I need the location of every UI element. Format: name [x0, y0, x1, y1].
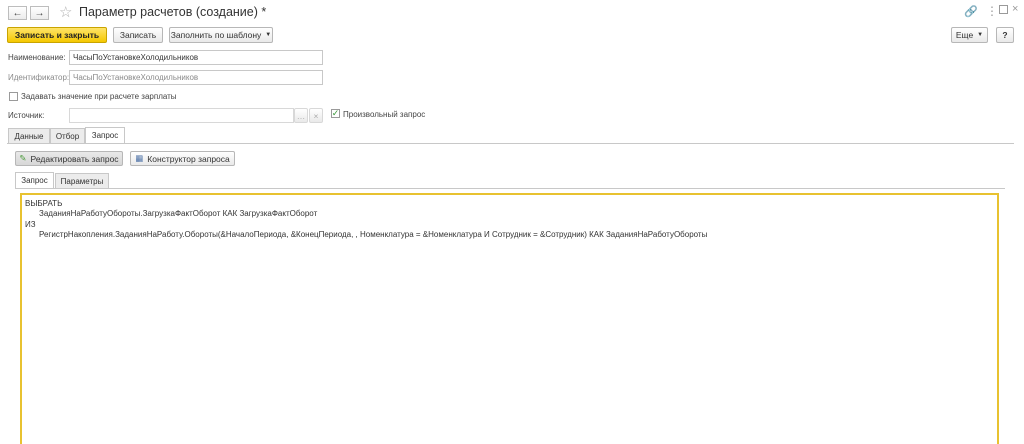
more-vertical-icon[interactable]: ⋮: [986, 4, 998, 18]
dropdown-arrow-icon: ▼: [977, 32, 984, 38]
identifier-input[interactable]: ЧасыПоУстановкеХолодильников: [69, 70, 323, 85]
source-select-button[interactable]: …: [294, 108, 308, 123]
query-line-3: ИЗ: [25, 220, 36, 229]
page-title: Параметр расчетов (создание) *: [79, 5, 267, 19]
save-and-close-button[interactable]: Записать и закрыть: [7, 27, 107, 43]
query-builder-label: Конструктор запроса: [147, 153, 230, 164]
save-button[interactable]: Записать: [113, 27, 163, 43]
edit-query-label: Редактировать запрос: [30, 153, 119, 164]
source-label: Источник:: [8, 111, 45, 120]
save-label: Записать: [119, 30, 157, 40]
source-clear-button[interactable]: ×: [309, 108, 323, 123]
inner-tab-parameters[interactable]: Параметры: [55, 173, 109, 188]
query-builder-button[interactable]: ▦ Конструктор запроса: [130, 151, 235, 166]
checkmark-icon: ✓: [331, 108, 340, 118]
query-line-4: РегистрНакопления.ЗаданияНаРаботу.Оборот…: [39, 230, 708, 239]
close-icon[interactable]: ×: [1012, 3, 1018, 15]
set-value-checkbox[interactable]: [9, 92, 18, 101]
inner-tab-query[interactable]: Запрос: [15, 172, 54, 188]
name-label: Наименование:: [8, 53, 66, 62]
arbitrary-query-checkbox[interactable]: ✓: [331, 109, 340, 118]
help-button[interactable]: ?: [996, 27, 1014, 43]
query-line-1: ВЫБРАТЬ: [25, 199, 63, 208]
query-line-2: ЗаданияНаРаботуОбороты.ЗагрузкаФактОборо…: [39, 209, 318, 218]
help-label: ?: [1002, 30, 1008, 40]
tab-query[interactable]: Запрос: [85, 127, 125, 143]
tab-query-label: Запрос: [91, 131, 119, 140]
inner-tabs-baseline: [15, 188, 1005, 189]
identifier-label: Идентификатор:: [8, 73, 70, 82]
dropdown-arrow-icon: ▼: [265, 32, 272, 38]
arrow-right-icon: →: [34, 7, 45, 19]
tab-data[interactable]: Данные: [8, 128, 50, 143]
pencil-icon: ✎: [19, 153, 27, 163]
edit-query-button[interactable]: ✎ Редактировать запрос: [15, 151, 123, 166]
more-label: Еще: [955, 30, 974, 40]
query-text-editor[interactable]: ВЫБРАТЬ ЗаданияНаРаботуОбороты.ЗагрузкаФ…: [20, 193, 999, 444]
link-icon[interactable]: 🔗: [964, 5, 978, 18]
favorite-star-icon[interactable]: ☆: [59, 3, 72, 21]
tabs-baseline: [7, 143, 1014, 144]
back-button[interactable]: ←: [8, 6, 27, 20]
tab-filter-label: Отбор: [55, 131, 80, 141]
more-button[interactable]: Еще ▼: [951, 27, 988, 43]
name-input[interactable]: ЧасыПоУстановкеХолодильников: [69, 50, 323, 65]
inner-tab-query-label: Запрос: [21, 176, 48, 185]
query-builder-icon: ▦: [135, 153, 144, 163]
tab-filter[interactable]: Отбор: [50, 128, 85, 143]
set-value-checkbox-label: Задавать значение при расчете зарплаты: [21, 92, 177, 101]
arbitrary-query-label: Произвольный запрос: [343, 110, 426, 119]
fill-by-template-button[interactable]: Заполнить по шаблону ▼: [169, 27, 273, 43]
forward-button[interactable]: →: [30, 6, 49, 20]
save-and-close-label: Записать и закрыть: [14, 30, 100, 40]
tab-data-label: Данные: [14, 131, 44, 141]
source-input[interactable]: [69, 108, 294, 123]
inner-tab-parameters-label: Параметры: [60, 176, 104, 186]
arrow-left-icon: ←: [12, 7, 23, 19]
maximize-icon[interactable]: [999, 5, 1008, 14]
fill-by-template-label: Заполнить по шаблону: [170, 30, 262, 40]
